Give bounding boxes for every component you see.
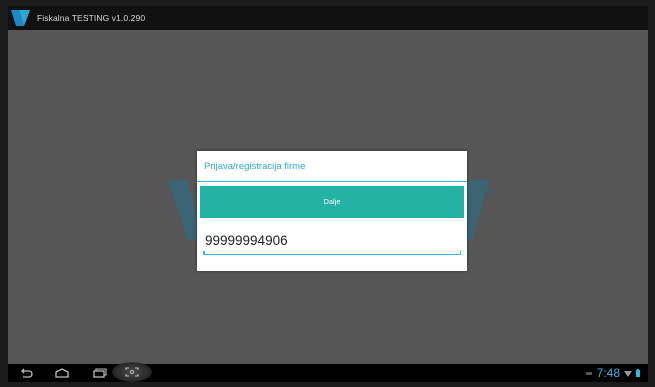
status-area[interactable]: 7:48 xyxy=(585,364,644,382)
company-registration-dialog: Prijava/registracija firme Dalje xyxy=(197,151,467,271)
input-underline xyxy=(203,253,461,255)
company-id-input[interactable] xyxy=(203,229,461,251)
input-underline-left-tick xyxy=(203,251,205,255)
recents-icon[interactable] xyxy=(88,365,112,381)
notification-icon xyxy=(585,369,593,377)
device-screen: Fiskalna TESTING v1.0.290 HR Prijava/reg… xyxy=(8,6,648,382)
app-title: Fiskalna TESTING v1.0.290 xyxy=(37,13,146,23)
clock: 7:48 xyxy=(596,366,620,380)
main-content: HR Prijava/registracija firme Dalje xyxy=(8,30,648,364)
system-navigation-bar: 7:48 xyxy=(8,362,648,382)
input-underline-right-tick xyxy=(459,251,461,255)
region-label: HR xyxy=(484,189,495,196)
action-bar: Fiskalna TESTING v1.0.290 xyxy=(8,6,648,30)
app-logo-icon xyxy=(11,9,31,27)
home-icon[interactable] xyxy=(50,365,74,381)
dialog-title: Prijava/registracija firme xyxy=(197,151,467,182)
back-icon[interactable] xyxy=(14,365,38,381)
company-id-field xyxy=(203,229,461,257)
battery-icon xyxy=(636,369,640,377)
next-button[interactable]: Dalje xyxy=(200,186,464,218)
wifi-icon xyxy=(624,369,632,377)
screenshot-icon[interactable] xyxy=(112,362,152,382)
